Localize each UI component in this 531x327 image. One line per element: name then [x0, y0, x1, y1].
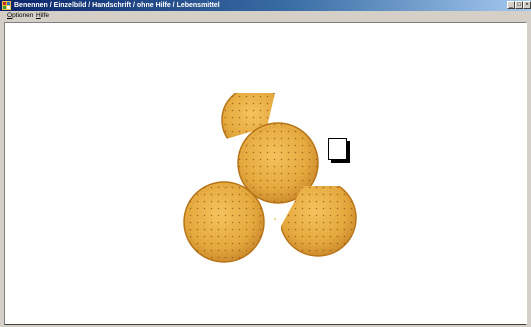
menu-hilfe[interactable]: Hilfe [36, 11, 49, 21]
minimize-button[interactable]: _ [507, 1, 515, 9]
menu-optionen[interactable]: Optionen [7, 11, 33, 21]
answer-card-icon[interactable] [328, 138, 350, 163]
answer-card-face [328, 138, 347, 160]
menu-optionen-label: ptionen [12, 12, 34, 19]
crumb [274, 218, 276, 220]
picture-canvas [4, 22, 527, 325]
close-button[interactable]: × [523, 1, 531, 9]
app-icon [2, 1, 11, 10]
menu-hilfe-label: ilfe [40, 12, 50, 19]
window-title: Benennen / Einzelbild / Handschrift / oh… [14, 2, 220, 9]
maximize-button[interactable]: □ [515, 1, 523, 9]
biscuits-picture [183, 93, 357, 263]
title-bar[interactable]: Benennen / Einzelbild / Handschrift / oh… [0, 0, 531, 11]
biscuit-bottom-left [183, 181, 265, 263]
menu-bar: Optionen Hilfe [0, 11, 531, 21]
